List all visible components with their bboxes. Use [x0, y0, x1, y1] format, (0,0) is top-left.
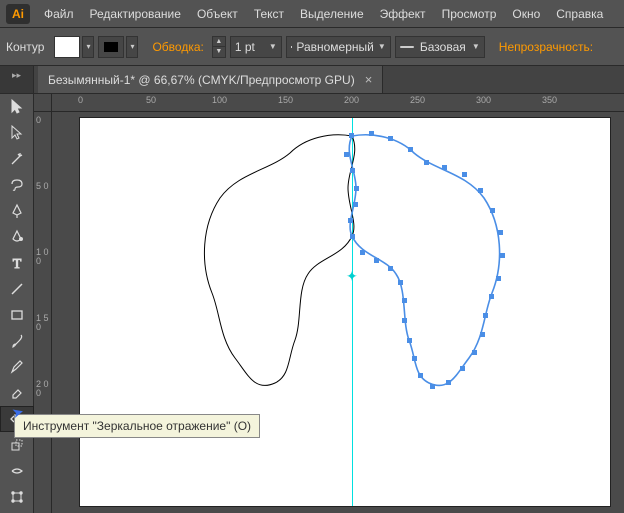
- curvature-tool[interactable]: [0, 224, 34, 250]
- eraser-tool[interactable]: [0, 380, 34, 406]
- stroke-swatch-menu[interactable]: ▾: [126, 36, 138, 58]
- menu-effect[interactable]: Эффект: [372, 1, 434, 27]
- horizontal-ruler[interactable]: 0 50 100 150 200 250 300 350: [52, 94, 624, 112]
- document-tab-close[interactable]: ×: [365, 72, 373, 87]
- menu-view[interactable]: Просмотр: [434, 1, 505, 27]
- artboard[interactable]: ✦: [80, 118, 610, 506]
- magic-wand-tool[interactable]: [0, 146, 34, 172]
- document-tab-title: Безымянный-1* @ 66,67% (CMYK/Предпросмот…: [48, 73, 355, 87]
- pencil-tool[interactable]: [0, 354, 34, 380]
- stroke-label[interactable]: Обводка:: [152, 40, 203, 54]
- document-tab-row: ▸▸ Безымянный-1* @ 66,67% (CMYK/Предпрос…: [0, 66, 624, 94]
- direct-selection-tool[interactable]: [0, 120, 34, 146]
- tool-tooltip: Инструмент "Зеркальное отражение" (O): [14, 414, 260, 438]
- width-tool[interactable]: [0, 458, 34, 484]
- menu-object[interactable]: Объект: [189, 1, 246, 27]
- selection-tool[interactable]: [0, 94, 34, 120]
- canvas-area[interactable]: 0 50 100 150 200 250 300 350 0 5 0 1 0 0 1 5 0 2 0 …: [34, 94, 624, 513]
- path-reflected[interactable]: [80, 118, 610, 506]
- paintbrush-tool[interactable]: [0, 328, 34, 354]
- ruler-tick: 1 5 0: [36, 314, 50, 332]
- type-tool[interactable]: T: [0, 250, 34, 276]
- menu-text[interactable]: Текст: [246, 1, 292, 27]
- pen-tool[interactable]: [0, 198, 34, 224]
- ruler-tick: 250: [410, 95, 425, 105]
- fill-swatch[interactable]: [54, 36, 80, 58]
- menu-select[interactable]: Выделение: [292, 1, 372, 27]
- ruler-tick: 100: [212, 95, 227, 105]
- stroke-style-dropdown[interactable]: Равномерный▼: [286, 36, 391, 58]
- ruler-tick: 0: [36, 116, 50, 125]
- ruler-tick: 300: [476, 95, 491, 105]
- fill-swatch-menu[interactable]: ▾: [82, 36, 94, 58]
- ruler-origin[interactable]: [34, 94, 52, 112]
- rectangle-tool[interactable]: [0, 302, 34, 328]
- menu-file[interactable]: Файл: [36, 1, 82, 27]
- menu-bar: Ai Файл Редактирование Объект Текст Выде…: [0, 0, 624, 28]
- ruler-tick: 200: [344, 95, 359, 105]
- ruler-tick: 50: [146, 95, 156, 105]
- lasso-tool[interactable]: [0, 172, 34, 198]
- vertical-ruler[interactable]: 0 5 0 1 0 0 1 5 0 2 0 0: [34, 112, 52, 513]
- ruler-tick: 0: [78, 95, 83, 105]
- toolbox-expand-handle[interactable]: ▸▸: [0, 66, 34, 93]
- menu-edit[interactable]: Редактирование: [82, 1, 189, 27]
- opacity-label[interactable]: Непрозрачность:: [499, 40, 593, 54]
- toolbox: T: [0, 94, 34, 513]
- workspace: T 0 50 100 150 200 250 300 350 0 5 0 1 0 0 1 5 0 2 …: [0, 94, 624, 513]
- ruler-tick: 150: [278, 95, 293, 105]
- document-tab[interactable]: Безымянный-1* @ 66,67% (CMYK/Предпросмот…: [38, 66, 383, 93]
- ruler-tick: 1 0 0: [36, 248, 50, 266]
- selection-type-label: Контур: [6, 40, 44, 54]
- line-tool[interactable]: [0, 276, 34, 302]
- free-transform-tool[interactable]: [0, 484, 34, 510]
- stroke-weight-stepper[interactable]: ▲▼: [212, 36, 226, 58]
- control-bar: Контур ▾ ▾ Обводка: ▲▼ 1 pt▼ Равномерный…: [0, 28, 624, 66]
- svg-text:T: T: [13, 257, 22, 271]
- menu-window[interactable]: Окно: [504, 1, 548, 27]
- app-icon: Ai: [6, 4, 30, 24]
- menu-help[interactable]: Справка: [548, 1, 611, 27]
- ruler-tick: 5 0: [36, 182, 50, 191]
- ruler-tick: 350: [542, 95, 557, 105]
- ruler-tick: 2 0 0: [36, 380, 50, 398]
- stroke-weight-field[interactable]: 1 pt▼: [230, 36, 282, 58]
- stroke-profile-dropdown[interactable]: Базовая▼: [395, 36, 485, 58]
- stroke-swatch[interactable]: [98, 36, 124, 58]
